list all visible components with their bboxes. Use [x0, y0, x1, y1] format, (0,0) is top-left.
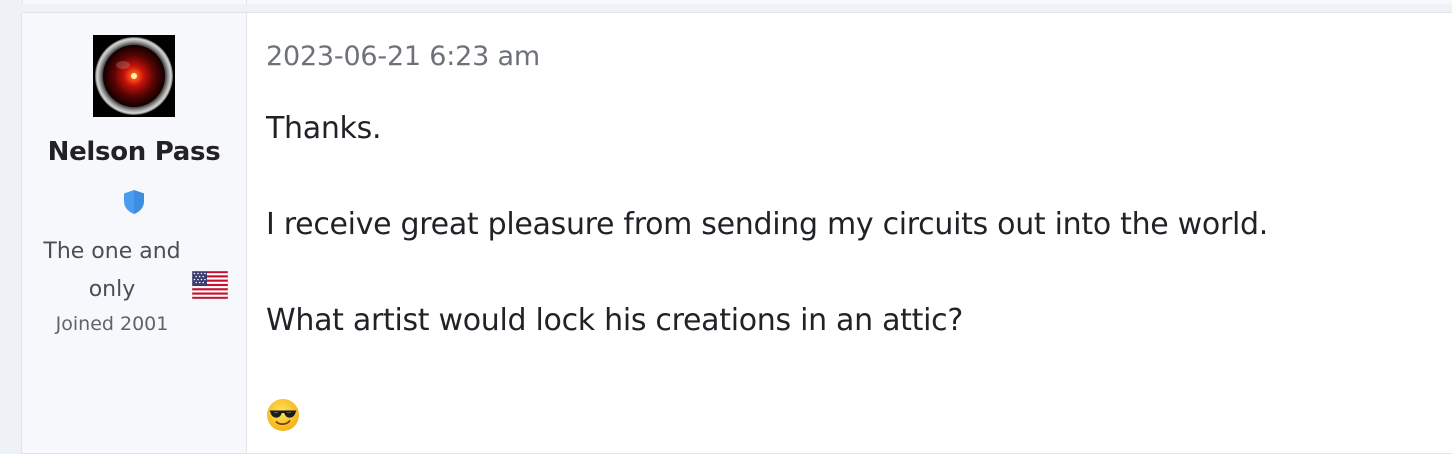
- previous-post-edge: [0, 0, 1452, 4]
- post-paragraph: I receive great pleasure from sending my…: [266, 207, 1269, 242]
- smiling-face-with-sunglasses-icon: [266, 398, 300, 432]
- post-content: 2023-06-21 6:23 am Thanks. I receive gre…: [266, 13, 1452, 453]
- post-body: Thanks. I receive great pleasure from se…: [266, 109, 1416, 341]
- hal-9000-eye-icon: [93, 35, 175, 117]
- post-timestamp-link[interactable]: 2023-06-21 6:23 am: [266, 41, 540, 72]
- post-paragraph: What artist would lock his creations in …: [266, 303, 963, 338]
- post-author-panel: Nelson Pass The one and only Joined 2001: [22, 13, 247, 453]
- shield-icon: [121, 188, 147, 216]
- forum-post: Nelson Pass The one and only Joined 2001…: [21, 12, 1452, 454]
- author-joined-date: Joined 2001: [55, 313, 169, 335]
- us-flag-icon: [191, 270, 229, 300]
- author-name[interactable]: Nelson Pass: [22, 137, 246, 167]
- previous-post-card-edge: [22, 0, 1452, 4]
- post-paragraph: Thanks.: [266, 111, 382, 146]
- avatar[interactable]: [93, 35, 175, 117]
- divider: [246, 0, 247, 4]
- author-title: The one and only: [43, 239, 181, 302]
